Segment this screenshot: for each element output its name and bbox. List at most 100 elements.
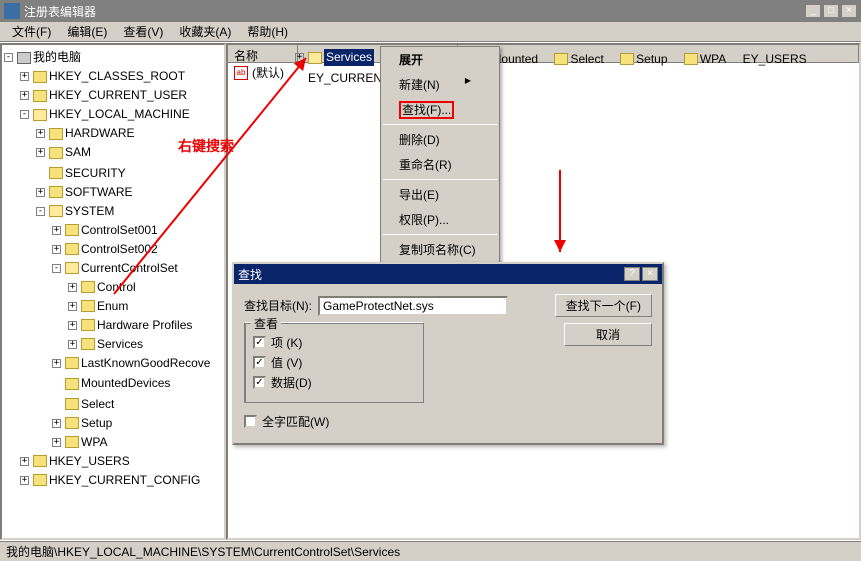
tree-node-control[interactable]: +Control	[68, 279, 136, 296]
tree-label: Select	[81, 396, 114, 413]
tree-node-hklm[interactable]: -HKEY_LOCAL_MACHINE	[20, 106, 190, 123]
overlay-node-services[interactable]: Services	[324, 49, 374, 66]
tree-node-enum[interactable]: +Enum	[68, 298, 128, 315]
tree-node-sam[interactable]: +SAM	[36, 144, 91, 161]
tree-node-security[interactable]: SECURITY	[36, 165, 126, 182]
find-next-button[interactable]: 查找下一个(F)	[555, 294, 652, 317]
tree-node-mounteddevices[interactable]: MountedDevices	[52, 375, 170, 392]
menu-file[interactable]: 文件(F)	[4, 21, 59, 42]
folder-icon	[33, 474, 47, 486]
menu-edit[interactable]: 编辑(E)	[59, 21, 115, 42]
find-target-input[interactable]: GameProtectNet.sys	[318, 296, 508, 316]
tree-node-hwprofiles[interactable]: +Hardware Profiles	[68, 317, 192, 334]
window-titlebar: 注册表编辑器 _ □ ×	[0, 0, 861, 22]
tree-label: HKEY_LOCAL_MACHINE	[49, 106, 190, 123]
find-help-button[interactable]: ?	[624, 267, 640, 281]
tree-label: SOFTWARE	[65, 184, 133, 201]
tree-node-software[interactable]: +SOFTWARE	[36, 184, 133, 201]
tree-label: Control	[97, 279, 136, 296]
computer-icon	[17, 52, 31, 64]
tree-label: LastKnownGoodRecove	[81, 355, 210, 372]
menu-favorites[interactable]: 收藏夹(A)	[171, 21, 239, 42]
tree-node-lastknown[interactable]: +LastKnownGoodRecove	[52, 355, 210, 372]
tree-label: CurrentControlSet	[81, 260, 178, 277]
col-name[interactable]: 名称	[228, 45, 298, 62]
tree-label: HARDWARE	[65, 125, 135, 142]
chk-values[interactable]: ✓值 (V)	[253, 354, 415, 371]
folder-icon	[33, 109, 47, 121]
tree-node-ccs001[interactable]: +ControlSet001	[52, 222, 158, 239]
app-icon	[4, 3, 20, 19]
tree-label: WPA	[81, 434, 107, 451]
menu-view[interactable]: 查看(V)	[115, 21, 171, 42]
tree-node-system[interactable]: -SYSTEM	[36, 203, 114, 220]
statusbar-path: 我的电脑\HKEY_LOCAL_MACHINE\SYSTEM\CurrentCo…	[6, 543, 400, 560]
cm-delete[interactable]: 删除(D)	[381, 127, 499, 152]
folder-icon	[33, 71, 47, 83]
minimize-button[interactable]: _	[805, 4, 821, 18]
find-close-button[interactable]: ×	[642, 267, 658, 281]
folder-icon	[65, 357, 79, 369]
cm-find[interactable]: 查找(F)...	[381, 97, 499, 122]
folder-icon	[65, 436, 79, 448]
tree-label: ControlSet001	[81, 222, 158, 239]
tree-node-hkcu[interactable]: +HKEY_CURRENT_USER	[20, 87, 187, 104]
close-button[interactable]: ×	[841, 4, 857, 18]
folder-icon	[65, 243, 79, 255]
tree-node-currentcontrolset[interactable]: -CurrentControlSet	[52, 260, 178, 277]
menu-help[interactable]: 帮助(H)	[239, 21, 296, 42]
tree-label: 我的电脑	[33, 49, 81, 66]
cm-new[interactable]: 新建(N)	[381, 72, 499, 97]
maximize-button[interactable]: □	[823, 4, 839, 18]
context-menu: 展开 新建(N) 查找(F)... 删除(D) 重命名(R) 导出(E) 权限(…	[380, 46, 500, 263]
tree-label: ControlSet002	[81, 241, 158, 258]
folder-icon	[620, 53, 634, 65]
folder-icon	[65, 224, 79, 236]
find-cancel-button[interactable]: 取消	[564, 323, 652, 346]
tree-label: SAM	[65, 144, 91, 161]
tree-node-hardware[interactable]: +HARDWARE	[36, 125, 135, 142]
folder-icon	[65, 417, 79, 429]
find-dialog: 查找 ? × 查找目标(N): GameProtectNet.sys 查找下一个…	[232, 262, 664, 445]
tree-node-mycomputer[interactable]: -我的电脑	[4, 49, 81, 66]
overlay-node: Select	[570, 51, 603, 68]
folder-icon	[554, 53, 568, 65]
cm-permissions[interactable]: 权限(P)...	[381, 207, 499, 232]
cm-rename[interactable]: 重命名(R)	[381, 152, 499, 177]
tree-node-hkcr[interactable]: +HKEY_CLASSES_ROOT	[20, 68, 185, 85]
folder-icon	[49, 147, 63, 159]
tree-node-hkcc[interactable]: +HKEY_CURRENT_CONFIG	[20, 472, 200, 489]
tree-label: Services	[97, 336, 143, 353]
folder-icon	[65, 398, 79, 410]
tree-node-select[interactable]: Select	[52, 396, 114, 413]
tree-node-ccs002[interactable]: +ControlSet002	[52, 241, 158, 258]
folder-icon	[33, 90, 47, 102]
tree-node-wpa[interactable]: +WPA	[52, 434, 107, 451]
chk-data[interactable]: ✓数据(D)	[253, 374, 415, 391]
string-icon: ab	[234, 66, 248, 80]
folder-icon	[81, 338, 95, 350]
cm-expand[interactable]: 展开	[381, 47, 499, 72]
find-dialog-titlebar: 查找 ? ×	[234, 264, 662, 284]
chk-keys[interactable]: ✓项 (K)	[253, 334, 415, 351]
cm-copykey[interactable]: 复制项名称(C)	[381, 237, 499, 262]
folder-icon	[65, 378, 79, 390]
tree-node-hku[interactable]: +HKEY_USERS	[20, 453, 130, 470]
tree-node-setup[interactable]: +Setup	[52, 415, 112, 432]
tree-label: Hardware Profiles	[97, 317, 192, 334]
folder-icon	[49, 205, 63, 217]
folder-icon	[81, 300, 95, 312]
overlay-node: WPA	[700, 51, 726, 68]
tree-label: HKEY_CURRENT_USER	[49, 87, 187, 104]
annotation-right-click: 右键搜索	[178, 136, 234, 156]
folder-icon	[308, 52, 322, 64]
value-name: (默认)	[252, 65, 284, 81]
tree-pane[interactable]: -我的电脑 +HKEY_CLASSES_ROOT +HKEY_CURRENT_U…	[0, 43, 226, 540]
tree-node-services[interactable]: +Services	[68, 336, 143, 353]
find-dialog-title: 查找	[238, 266, 262, 283]
cm-export[interactable]: 导出(E)	[381, 182, 499, 207]
menubar: 文件(F) 编辑(E) 查看(V) 收藏夹(A) 帮助(H)	[0, 22, 861, 42]
tree-label: HKEY_CURRENT_CONFIG	[49, 472, 200, 489]
chk-wholematch[interactable]: 全字匹配(W)	[244, 413, 652, 430]
folder-icon	[49, 167, 63, 179]
